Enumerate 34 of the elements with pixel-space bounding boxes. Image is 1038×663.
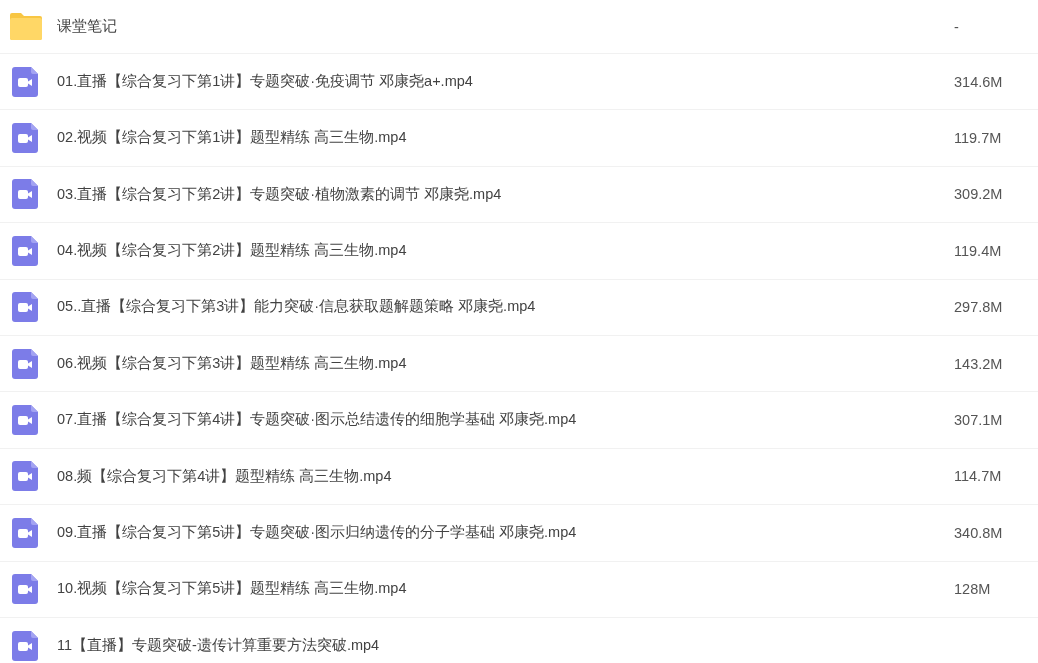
file-name[interactable]: 02.视频【综合复习下第1讲】题型精练 高三生物.mp4 <box>57 127 407 149</box>
video-file-icon <box>12 179 38 210</box>
file-name[interactable]: 03.直播【综合复习下第2讲】专题突破·植物激素的调节 邓康尧.mp4 <box>57 183 502 206</box>
file-size: 119.7M <box>954 130 1002 147</box>
file-name[interactable]: 08.频【综合复习下第4讲】题型精练 高三生物.mp4 <box>57 465 392 488</box>
file-name[interactable]: 10.视频【综合复习下第5讲】题型精练 高三生物.mp4 <box>57 578 407 601</box>
file-name[interactable]: 01.直播【综合复习下第1讲】专题突破·免疫调节 邓康尧a+.mp4 <box>57 70 473 93</box>
video-file-icon <box>12 292 38 323</box>
folder-name[interactable]: 课堂笔记 <box>57 15 117 38</box>
file-size: 297.8M <box>954 299 1003 316</box>
file-name[interactable]: 06.视频【综合复习下第3讲】题型精练 高三生物.mp4 <box>57 352 407 375</box>
video-file-icon <box>12 574 38 605</box>
file-size: 309.2M <box>954 186 1003 203</box>
video-file-icon <box>12 123 38 154</box>
video-file-icon <box>12 517 38 548</box>
folder-icon <box>10 13 42 40</box>
file-name[interactable]: 09.直播【综合复习下第5讲】专题突破·图示归纳遗传的分子学基础 邓康尧.mp4 <box>57 521 577 544</box>
file-size: 307.1M <box>954 412 1003 429</box>
file-size: 314.6M <box>954 73 1003 90</box>
file-size: 143.2M <box>954 355 1003 372</box>
file-size: 114.7M <box>954 468 1002 485</box>
file-name[interactable]: 05..直播【综合复习下第3讲】能力突破·信息获取题解题策略 邓康尧.mp4 <box>57 296 536 319</box>
video-file-icon <box>12 66 38 97</box>
file-size: 128M <box>954 581 991 598</box>
file-name[interactable]: 04.视频【综合复习下第2讲】题型精练 高三生物.mp4 <box>57 240 407 262</box>
video-file-icon <box>12 235 38 266</box>
file-size: 340.8M <box>954 524 1003 541</box>
video-file-icon <box>12 348 38 379</box>
file-size: - <box>954 18 959 35</box>
video-file-icon <box>12 405 38 436</box>
file-name[interactable]: 11【直播】专题突破-遗传计算重要方法突破.mp4 <box>57 634 380 657</box>
video-file-icon <box>12 461 38 492</box>
file-size: 119.4M <box>954 242 1002 259</box>
file-name[interactable]: 07.直播【综合复习下第4讲】专题突破·图示总结遗传的细胞学基础 邓康尧.mp4 <box>57 409 577 431</box>
